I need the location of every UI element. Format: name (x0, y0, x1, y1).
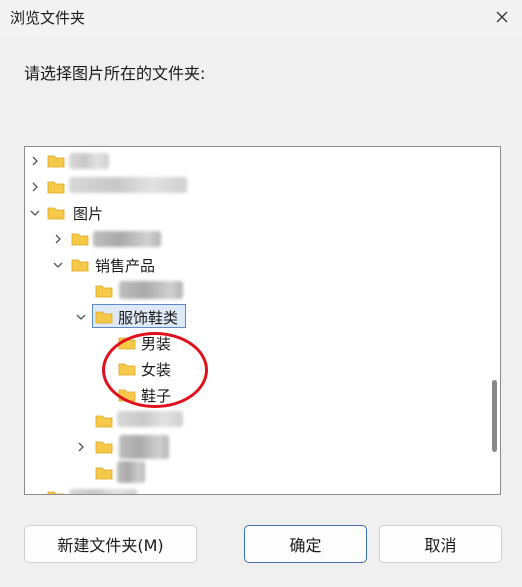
chevron-down-icon[interactable] (29, 207, 41, 219)
redacted-folder-name (119, 435, 169, 459)
chevron-right-icon[interactable] (52, 233, 64, 245)
redacted-folder-name (69, 177, 187, 193)
tree-item-womenswear[interactable]: 女装 (141, 359, 171, 380)
folder-icon (71, 259, 89, 272)
tree-item-sales-products[interactable]: 销售产品 (95, 255, 155, 276)
redacted-folder-name (93, 231, 161, 247)
chevron-right-icon[interactable] (75, 441, 87, 453)
redacted-folder-name (69, 153, 109, 169)
tree-item-menswear[interactable]: 男装 (141, 333, 171, 354)
new-folder-button[interactable]: 新建文件夹(M) (24, 525, 197, 563)
window-title: 浏览文件夹 (10, 9, 86, 27)
close-button[interactable] (488, 4, 516, 30)
chevron-down-icon[interactable] (52, 259, 64, 271)
redacted-folder-name (117, 461, 145, 483)
folder-icon (95, 311, 113, 324)
browse-folder-dialog: 浏览文件夹 请选择图片所在的文件夹: 图片 销售产品 服饰鞋类 男装 女装 鞋子… (0, 0, 522, 587)
prompt-text: 请选择图片所在的文件夹: (24, 64, 206, 83)
cancel-button[interactable]: 取消 (379, 525, 502, 563)
tree-item-clothing-shoes[interactable]: 服饰鞋类 (118, 307, 178, 328)
folder-icon (71, 233, 89, 246)
redacted-folder-name (117, 411, 183, 427)
tree-scrollbar[interactable] (492, 380, 497, 452)
chevron-right-icon[interactable] (29, 155, 41, 167)
close-icon (496, 11, 508, 23)
tree-item-pictures[interactable]: 图片 (73, 203, 103, 224)
folder-icon (95, 441, 113, 454)
chevron-right-icon[interactable] (29, 181, 41, 193)
folder-icon (47, 207, 65, 220)
folder-icon (47, 155, 65, 168)
folder-icon (118, 363, 136, 376)
redacted-folder-name (119, 281, 183, 299)
folder-icon (47, 491, 65, 494)
folder-icon (118, 337, 136, 350)
folder-tree[interactable]: 图片 销售产品 服饰鞋类 男装 女装 鞋子 (24, 146, 501, 495)
folder-icon (95, 467, 113, 480)
ok-button[interactable]: 确定 (244, 525, 367, 563)
tree-item-shoes[interactable]: 鞋子 (141, 385, 171, 406)
title-bar: 浏览文件夹 (0, 0, 522, 36)
redacted-folder-name (69, 489, 137, 494)
folder-icon (95, 415, 113, 428)
folder-icon (118, 389, 136, 402)
folder-icon (47, 181, 65, 194)
chevron-down-icon[interactable] (75, 311, 87, 323)
folder-icon (95, 285, 113, 298)
